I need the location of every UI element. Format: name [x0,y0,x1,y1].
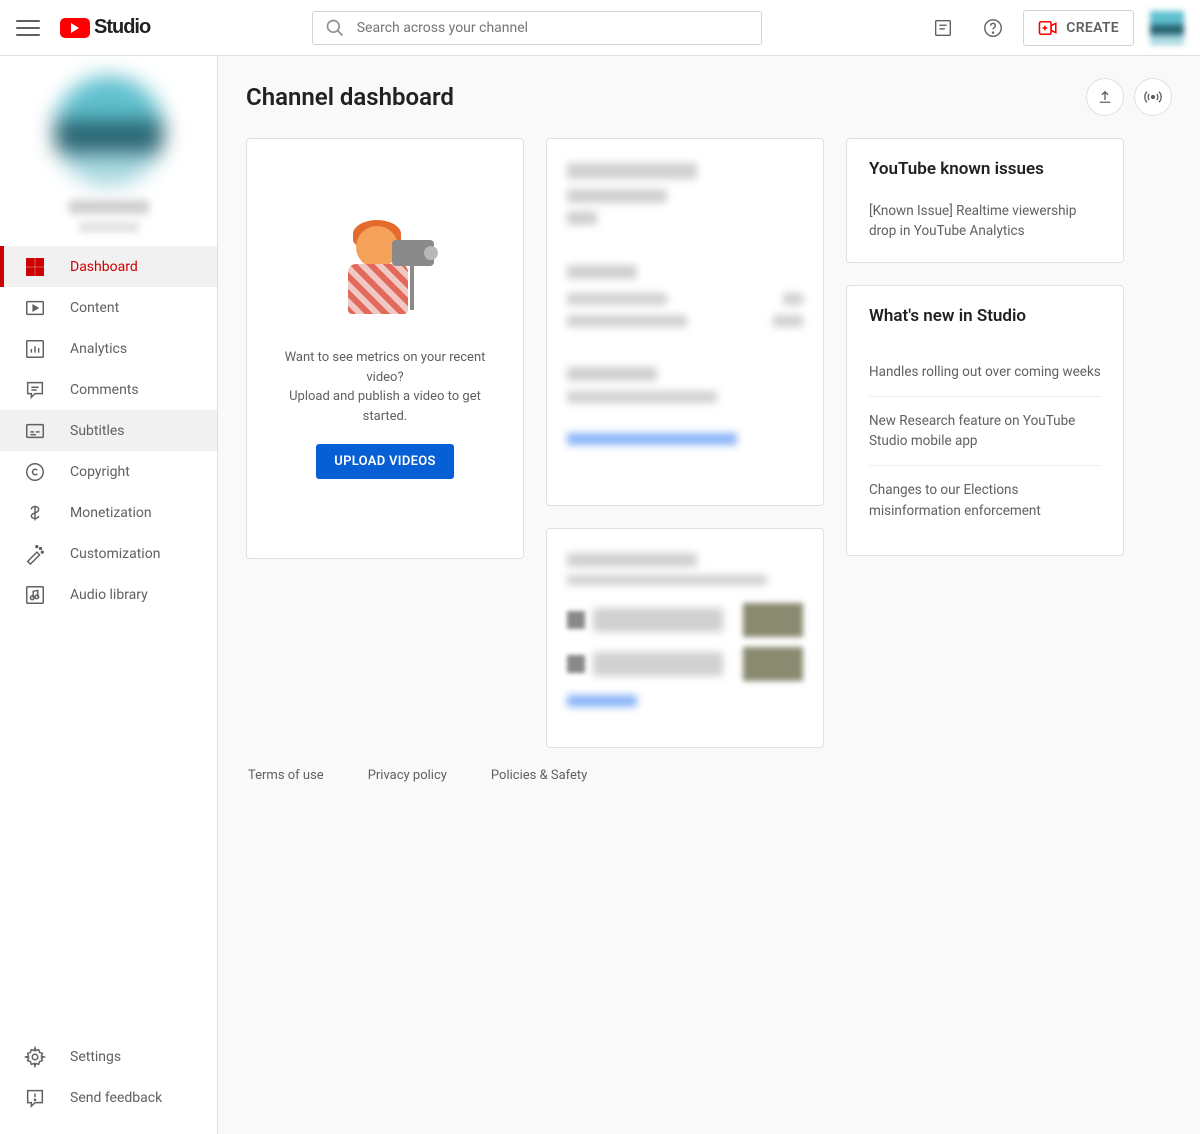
sidebar-item-label: Dashboard [70,259,138,275]
gear-icon [24,1046,46,1068]
customization-icon [24,543,46,565]
known-issues-title: YouTube known issues [869,159,1101,179]
go-live-button[interactable] [1134,78,1172,116]
upload-action-button[interactable] [1086,78,1124,116]
whats-new-title: What's new in Studio [869,306,1101,326]
sidebar-item-copyright[interactable]: Copyright [0,451,217,492]
main-content: Channel dashboard Want to see metrics on… [218,56,1200,1134]
live-icon [1144,88,1162,106]
sidebar-item-label: Comments [70,382,139,398]
whats-new-card: What's new in Studio Handles rolling out… [846,285,1124,556]
help-icon[interactable] [973,8,1013,48]
sidebar-item-label: Send feedback [70,1090,162,1106]
account-avatar[interactable] [1150,11,1184,45]
youtube-studio-logo[interactable]: Studio [60,16,150,39]
sidebar-item-label: Customization [70,546,160,562]
hamburger-icon[interactable] [16,16,40,40]
upload-videos-button[interactable]: UPLOAD VIDEOS [316,444,453,479]
sidebar-item-dashboard[interactable]: Dashboard [0,246,217,287]
copyright-icon [24,461,46,483]
sidebar-item-comments[interactable]: Comments [0,369,217,410]
audio-library-icon [24,584,46,606]
sidebar-item-analytics[interactable]: Analytics [0,328,217,369]
logo-text: Studio [94,16,150,39]
channel-name-placeholder [69,200,149,214]
analytics-icon [24,338,46,360]
create-camera-icon [1038,21,1058,35]
sidebar-item-label: Analytics [70,341,127,357]
create-label: CREATE [1066,20,1119,36]
notes-icon[interactable] [923,8,963,48]
news-item[interactable]: New Research feature on YouTube Studio m… [869,397,1101,467]
subtitles-icon [24,420,46,442]
recent-videos-card[interactable] [546,528,824,748]
upload-illustration [330,218,440,328]
page-title: Channel dashboard [246,83,1076,111]
sidebar-item-label: Monetization [70,505,152,521]
footer-link-policies[interactable]: Policies & Safety [491,768,587,783]
footer-links: Terms of use Privacy policy Policies & S… [246,748,1172,803]
sidebar-item-feedback[interactable]: Send feedback [0,1077,217,1118]
app-header: Studio CREATE [0,0,1200,56]
sidebar-nav: Dashboard Content Analytics Comments Sub… [0,246,217,1028]
sidebar-item-content[interactable]: Content [0,287,217,328]
analytics-summary-card[interactable] [546,138,824,506]
channel-avatar [54,76,164,186]
known-issue-item[interactable]: [Known Issue] Realtime viewership drop i… [869,201,1101,242]
news-item[interactable]: Handles rolling out over coming weeks [869,348,1101,397]
sidebar-item-label: Content [70,300,119,316]
sidebar-footer: Settings Send feedback [0,1028,217,1134]
upload-prompt-text: Want to see metrics on your recent video… [267,348,503,426]
footer-link-terms[interactable]: Terms of use [248,768,324,783]
search-icon [325,18,345,38]
upload-icon [1096,88,1114,106]
sidebar-item-audio-library[interactable]: Audio library [0,574,217,615]
sidebar-item-customization[interactable]: Customization [0,533,217,574]
news-item[interactable]: Changes to our Elections misinformation … [869,466,1101,535]
monetization-icon [24,502,46,524]
upload-prompt-card: Want to see metrics on your recent video… [246,138,524,559]
sidebar-item-label: Settings [70,1049,121,1065]
sidebar-item-label: Subtitles [70,423,125,439]
create-button[interactable]: CREATE [1023,10,1134,46]
comments-icon [24,379,46,401]
sidebar: Dashboard Content Analytics Comments Sub… [0,56,218,1134]
search-input[interactable] [357,20,749,36]
feedback-icon [24,1087,46,1109]
sidebar-item-settings[interactable]: Settings [0,1036,217,1077]
dashboard-icon [24,256,46,278]
search-box[interactable] [312,11,762,45]
content-icon [24,297,46,319]
sidebar-item-monetization[interactable]: Monetization [0,492,217,533]
channel-handle-placeholder [79,222,139,232]
youtube-play-icon [60,18,90,38]
footer-link-privacy[interactable]: Privacy policy [368,768,447,783]
sidebar-item-label: Copyright [70,464,130,480]
sidebar-item-subtitles[interactable]: Subtitles [0,410,217,451]
sidebar-item-label: Audio library [70,587,148,603]
channel-header[interactable] [0,56,217,246]
known-issues-card: YouTube known issues [Known Issue] Realt… [846,138,1124,263]
